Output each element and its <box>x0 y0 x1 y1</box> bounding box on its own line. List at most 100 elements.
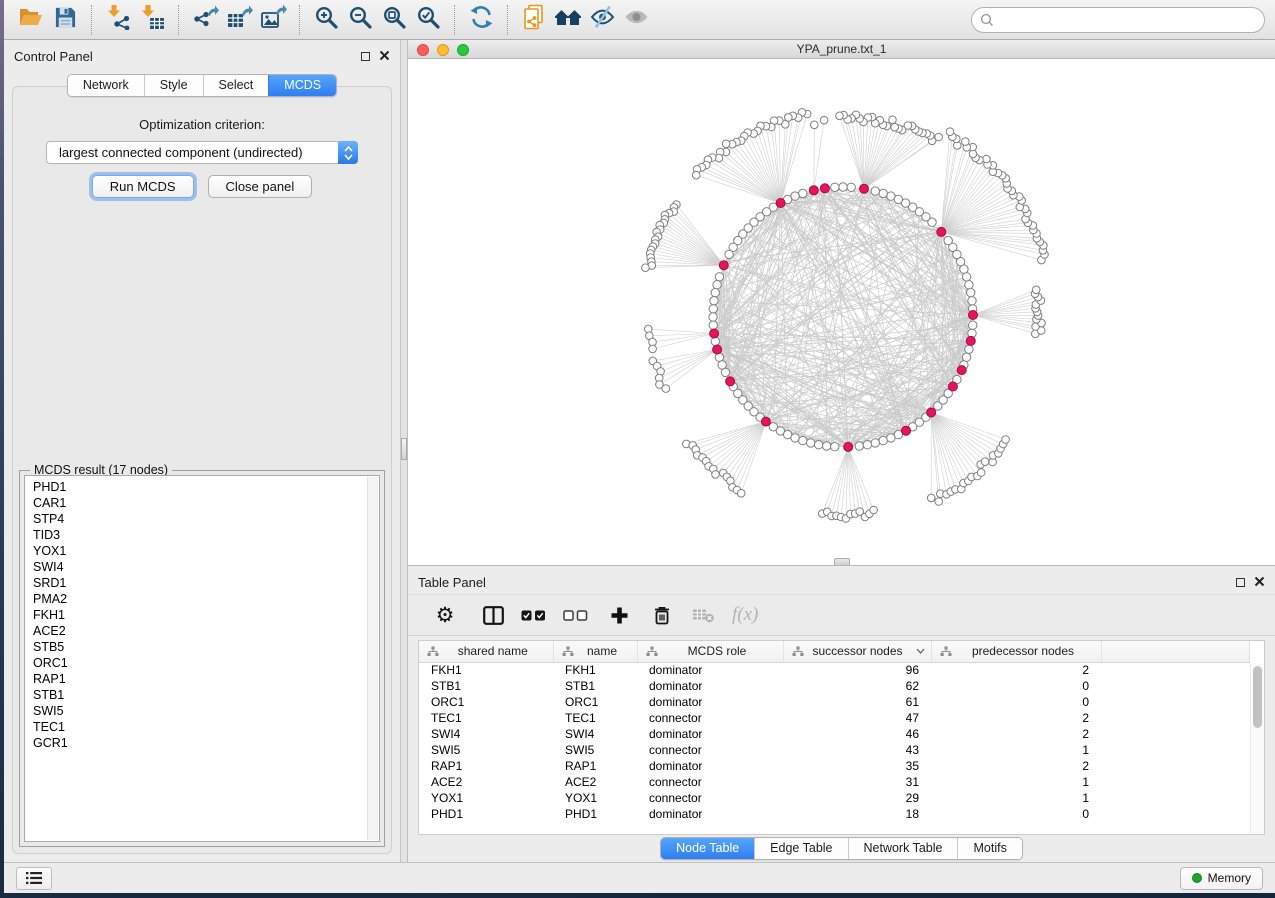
table-cell[interactable]: connector <box>637 742 783 758</box>
memory-button[interactable]: Memory <box>1180 867 1263 890</box>
search-input[interactable] <box>971 7 1265 33</box>
node-table[interactable]: shared namenameMCDS rolesuccessor nodesp… <box>418 640 1265 835</box>
network-graph[interactable] <box>408 59 1275 565</box>
mcds-hub-node[interactable] <box>776 199 785 208</box>
table-cell[interactable]: 43 <box>783 742 931 758</box>
mcds-result-item[interactable]: SRD1 <box>33 575 379 591</box>
float-panel-icon[interactable] <box>361 52 370 61</box>
column-header-successor-nodes[interactable]: successor nodes <box>783 641 931 662</box>
column-header-shared-name[interactable]: shared name <box>419 641 553 662</box>
table-cell[interactable]: dominator <box>637 758 783 774</box>
table-cell[interactable]: 2 <box>931 758 1101 774</box>
table-cell[interactable]: dominator <box>637 678 783 694</box>
table-row[interactable]: PHD1PHD1dominator180 <box>419 806 1250 822</box>
table-scrollbar-thumb[interactable] <box>1253 666 1262 728</box>
show-column-button[interactable] <box>478 600 508 630</box>
create-column-button[interactable] <box>604 600 634 630</box>
mcds-result-item[interactable]: STP4 <box>33 511 379 527</box>
delete-column-button[interactable] <box>648 600 676 630</box>
mcds-hub-node[interactable] <box>957 366 966 375</box>
maximize-traffic-light[interactable] <box>457 44 469 56</box>
run-mcds-button[interactable]: Run MCDS <box>92 175 194 198</box>
export-network-button[interactable] <box>188 4 222 36</box>
table-cell[interactable]: TEC1 <box>553 710 637 726</box>
table-options-button[interactable]: ⚙ <box>430 600 460 630</box>
table-scrollbar[interactable] <box>1250 663 1264 834</box>
mcds-hub-node[interactable] <box>902 426 911 435</box>
close-panel-icon[interactable] <box>379 50 390 62</box>
table-row[interactable]: SWI4SWI4dominator462 <box>419 726 1250 742</box>
table-cell[interactable]: ACE2 <box>553 774 637 790</box>
mcds-hub-node[interactable] <box>820 184 829 193</box>
import-network-button[interactable] <box>101 4 135 36</box>
refresh-layout-button[interactable] <box>464 4 498 36</box>
mcds-result-item[interactable]: PHD1 <box>33 479 379 495</box>
table-cell[interactable]: 1 <box>931 742 1101 758</box>
table-cell[interactable]: SWI5 <box>419 742 553 758</box>
mcds-result-item[interactable]: ACE2 <box>33 623 379 639</box>
table-cell[interactable]: 62 <box>783 678 931 694</box>
table-row[interactable]: FKH1FKH1dominator962 <box>419 662 1250 678</box>
import-table-button[interactable] <box>135 4 169 36</box>
column-header-name[interactable]: name <box>553 641 637 662</box>
optimization-criterion-dropdown[interactable]: largest connected component (undirected) <box>46 141 358 164</box>
table-cell[interactable]: 18 <box>783 806 931 822</box>
mcds-result-item[interactable]: STB5 <box>33 639 379 655</box>
mcds-result-item[interactable]: SWI4 <box>33 559 379 575</box>
show-details-button[interactable] <box>619 4 653 36</box>
tab-mcds[interactable]: MCDS <box>268 75 336 96</box>
column-header-predecessor-nodes[interactable]: predecessor nodes <box>931 641 1101 662</box>
table-cell[interactable]: RAP1 <box>419 758 553 774</box>
mcds-hub-node[interactable] <box>966 336 975 345</box>
table-cell[interactable]: 1 <box>931 774 1101 790</box>
table-cell[interactable]: FKH1 <box>419 662 553 678</box>
close-traffic-light[interactable] <box>417 44 429 56</box>
table-cell[interactable]: 2 <box>931 710 1101 726</box>
select-all-button[interactable] <box>516 600 550 630</box>
table-cell[interactable]: ORC1 <box>419 694 553 710</box>
hide-details-button[interactable] <box>585 4 619 36</box>
table-cell[interactable]: 0 <box>931 806 1101 822</box>
column-header-MCDS-role[interactable]: MCDS role <box>637 641 783 662</box>
table-cell[interactable]: YOX1 <box>553 790 637 806</box>
network-home-button[interactable] <box>551 4 585 36</box>
mcds-result-item[interactable]: GCR1 <box>33 735 379 751</box>
mcds-result-item[interactable]: YOX1 <box>33 543 379 559</box>
table-cell[interactable]: ORC1 <box>553 694 637 710</box>
mcds-result-item[interactable]: PMA2 <box>33 591 379 607</box>
mcds-result-item[interactable]: TEC1 <box>33 719 379 735</box>
table-cell[interactable]: 0 <box>931 694 1101 710</box>
table-cell[interactable]: STB1 <box>553 678 637 694</box>
table-cell[interactable]: dominator <box>637 694 783 710</box>
show-log-button[interactable] <box>16 867 52 890</box>
mcds-hub-node[interactable] <box>710 329 719 338</box>
table-row[interactable]: RAP1RAP1dominator352 <box>419 758 1250 774</box>
tab-motifs[interactable]: Motifs <box>957 838 1021 859</box>
zoom-out-button[interactable] <box>343 4 377 36</box>
table-row[interactable]: ACE2ACE2connector311 <box>419 774 1250 790</box>
table-row[interactable]: STB1STB1dominator620 <box>419 678 1250 694</box>
table-cell[interactable]: 2 <box>931 662 1101 678</box>
tab-select[interactable]: Select <box>203 75 269 96</box>
mcds-result-item[interactable]: ORC1 <box>33 655 379 671</box>
mcds-result-item[interactable]: FKH1 <box>33 607 379 623</box>
table-cell[interactable]: 2 <box>931 726 1101 742</box>
table-cell[interactable]: TEC1 <box>419 710 553 726</box>
splitter-grip[interactable] <box>401 438 407 460</box>
zoom-in-button[interactable] <box>309 4 343 36</box>
table-cell[interactable]: 46 <box>783 726 931 742</box>
table-cell[interactable]: 29 <box>783 790 931 806</box>
network-canvas[interactable] <box>408 59 1275 565</box>
close-table-panel-icon[interactable] <box>1254 576 1265 588</box>
table-cell[interactable]: 0 <box>931 678 1101 694</box>
export-table-button[interactable] <box>222 4 256 36</box>
mcds-result-item[interactable]: RAP1 <box>33 671 379 687</box>
table-cell[interactable]: 35 <box>783 758 931 774</box>
table-row[interactable]: ORC1ORC1dominator610 <box>419 694 1250 710</box>
mcds-list-scrollbar[interactable] <box>367 477 378 840</box>
table-row[interactable]: YOX1YOX1connector291 <box>419 790 1250 806</box>
table-cell[interactable]: SWI4 <box>419 726 553 742</box>
mcds-hub-node[interactable] <box>809 186 818 195</box>
table-row[interactable]: SWI5SWI5connector431 <box>419 742 1250 758</box>
mcds-hub-node[interactable] <box>713 345 722 354</box>
